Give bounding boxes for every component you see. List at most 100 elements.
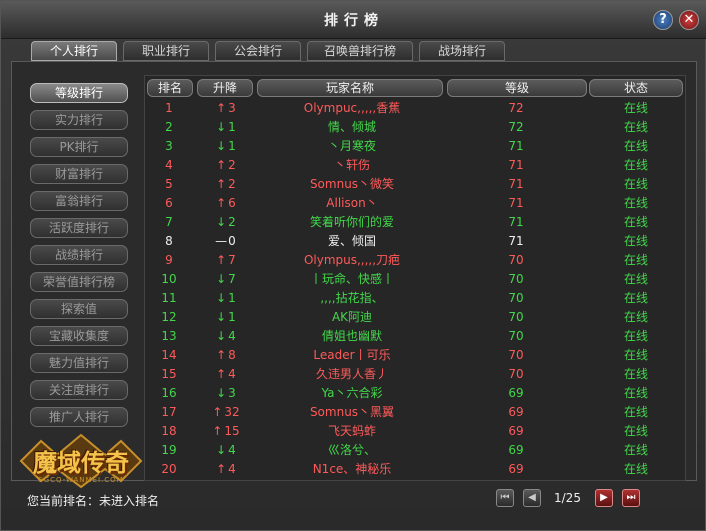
header-change[interactable]: 升降 bbox=[197, 79, 253, 97]
table-row[interactable]: 18 ↑ 15 飞天蚂蚱 69 在线 bbox=[147, 422, 685, 441]
table-row[interactable]: 9 ↑ 7 Olympus,,,,,刀疤 70 在线 bbox=[147, 251, 685, 270]
level-cell: 69 bbox=[508, 424, 524, 438]
game-logo: 魔域传奇 SGCQ-WANMEI.COM bbox=[17, 431, 145, 491]
header-rank[interactable]: 排名 bbox=[147, 79, 193, 97]
sidebar-item-promoter[interactable]: 推广人排行 bbox=[30, 407, 128, 427]
sidebar-item-treasure[interactable]: 宝藏收集度 bbox=[30, 326, 128, 346]
change-cell: —0 bbox=[197, 232, 253, 251]
player-name-cell: Ya丶六合彩 bbox=[321, 386, 383, 400]
logo-subtext: SGCQ-WANMEI.COM bbox=[38, 476, 124, 484]
rank-cell: 20 bbox=[161, 462, 177, 476]
table-row[interactable]: 20 ↑ 4 N1ce、神秘乐 69 在线 bbox=[147, 460, 685, 479]
player-name-cell: Somnus丶黑翼 bbox=[309, 405, 395, 419]
sidebar-item-pk[interactable]: PK排行 bbox=[30, 137, 128, 157]
table-row[interactable]: 8 —0 爱、倾国 71 在线 bbox=[147, 232, 685, 251]
tab-profession[interactable]: 职业排行 bbox=[123, 41, 209, 61]
change-value: 6 bbox=[228, 196, 236, 210]
next-page-button[interactable]: ▶ bbox=[595, 489, 613, 507]
rank-cell: 4 bbox=[165, 158, 173, 172]
status-cell: 在线 bbox=[623, 348, 648, 362]
sidebar-item-honor[interactable]: 荣誉值排行榜 bbox=[30, 272, 128, 292]
change-cell: ↓ 1 bbox=[197, 308, 253, 327]
tab-battlefield[interactable]: 战场排行 bbox=[419, 41, 505, 61]
table-row[interactable]: 15 ↑ 4 久违男人香丿 70 在线 bbox=[147, 365, 685, 384]
player-name-cell: Somnus丶微笑 bbox=[309, 177, 395, 191]
last-page-button[interactable]: ⏭ bbox=[622, 489, 640, 507]
level-cell: 71 bbox=[508, 139, 524, 153]
rank-cell: 12 bbox=[161, 310, 177, 324]
rank-cell: 3 bbox=[165, 139, 173, 153]
sidebar-item-level[interactable]: 等级排行 bbox=[30, 83, 128, 103]
table-row[interactable]: 2 ↓ 1 情、倾城 72 在线 bbox=[147, 118, 685, 137]
rank-cell: 9 bbox=[165, 253, 173, 267]
sidebar-item-activity[interactable]: 活跃度排行 bbox=[30, 218, 128, 238]
sidebar-item-battle-record[interactable]: 战绩排行 bbox=[30, 245, 128, 265]
change-value: 0 bbox=[228, 234, 236, 248]
table-row[interactable]: 5 ↑ 2 Somnus丶微笑 71 在线 bbox=[147, 175, 685, 194]
player-name-cell: 丶月寒夜 bbox=[327, 139, 376, 153]
rank-cell: 7 bbox=[165, 215, 173, 229]
player-name-cell: Olympus,,,,,刀疤 bbox=[303, 253, 401, 267]
arrow-up-icon: ↑ bbox=[216, 462, 227, 476]
title-bar: 排行榜 ? ✕ bbox=[1, 1, 706, 39]
change-value: 2 bbox=[228, 177, 236, 191]
table-row[interactable]: 1 ↑ 3 Olympuc,,,,,香蕉 72 在线 bbox=[147, 99, 685, 118]
status-cell: 在线 bbox=[623, 234, 648, 248]
rank-cell: 13 bbox=[161, 329, 177, 343]
header-status[interactable]: 状态 bbox=[589, 79, 683, 97]
table-row[interactable]: 7 ↓ 2 笑着听你们的爱 71 在线 bbox=[147, 213, 685, 232]
table-row[interactable]: 13 ↓ 4 倩姐也幽默 70 在线 bbox=[147, 327, 685, 346]
arrow-down-icon: ↓ bbox=[216, 120, 227, 134]
status-cell: 在线 bbox=[623, 329, 648, 343]
table-row[interactable]: 6 ↑ 6 Allison丶 71 在线 bbox=[147, 194, 685, 213]
change-cell: ↑ 8 bbox=[197, 346, 253, 365]
rank-cell: 15 bbox=[161, 367, 177, 381]
prev-page-button[interactable]: ◀ bbox=[523, 489, 541, 507]
header-player-name[interactable]: 玩家名称 bbox=[257, 79, 443, 97]
change-cell: ↓ 1 bbox=[197, 289, 253, 308]
status-cell: 在线 bbox=[623, 101, 648, 115]
sidebar-item-wealth[interactable]: 财富排行 bbox=[30, 164, 128, 184]
table-row[interactable]: 10 ↓ 7 丨玩命、快感丨 70 在线 bbox=[147, 270, 685, 289]
sidebar-item-attention[interactable]: 关注度排行 bbox=[30, 380, 128, 400]
status-cell: 在线 bbox=[623, 310, 648, 324]
status-cell: 在线 bbox=[623, 424, 648, 438]
level-cell: 72 bbox=[508, 101, 524, 115]
header-level[interactable]: 等级 bbox=[447, 79, 587, 97]
sidebar-item-strength[interactable]: 实力排行 bbox=[30, 110, 128, 130]
close-button[interactable]: ✕ bbox=[679, 10, 699, 30]
tab-personal[interactable]: 个人排行 bbox=[31, 41, 117, 61]
rank-cell: 16 bbox=[161, 386, 177, 400]
help-button[interactable]: ? bbox=[653, 10, 673, 30]
sidebar-item-rich[interactable]: 富翁排行 bbox=[30, 191, 128, 211]
tab-guild[interactable]: 公会排行 bbox=[215, 41, 301, 61]
change-value: 8 bbox=[228, 348, 236, 362]
table-row[interactable]: 12 ↓ 1 AK阿迪 70 在线 bbox=[147, 308, 685, 327]
player-name-cell: 倩姐也幽默 bbox=[321, 329, 382, 343]
arrow-up-icon: ↑ bbox=[216, 367, 227, 381]
tab-pet[interactable]: 召唤兽排行榜 bbox=[307, 41, 413, 61]
table-row[interactable]: 19 ↓ 4 巛洛兮、 69 在线 bbox=[147, 441, 685, 460]
rank-cell: 18 bbox=[161, 424, 177, 438]
first-page-button[interactable]: ⏮ bbox=[496, 489, 514, 507]
rank-cell: 8 bbox=[165, 234, 173, 248]
table-row[interactable]: 17 ↑ 32 Somnus丶黑翼 69 在线 bbox=[147, 403, 685, 422]
table-row[interactable]: 14 ↑ 8 Leader丨可乐 70 在线 bbox=[147, 346, 685, 365]
table-row[interactable]: 4 ↑ 2 丶轩伤 71 在线 bbox=[147, 156, 685, 175]
change-cell: ↓ 4 bbox=[197, 327, 253, 346]
table-row[interactable]: 11 ↓ 1 ,,,,拈花指、 70 在线 bbox=[147, 289, 685, 308]
level-cell: 71 bbox=[508, 215, 524, 229]
player-name-cell: Allison丶 bbox=[326, 196, 378, 210]
table-row[interactable]: 16 ↓ 3 Ya丶六合彩 69 在线 bbox=[147, 384, 685, 403]
sidebar-item-exploration[interactable]: 探索值 bbox=[30, 299, 128, 319]
sidebar-item-charm[interactable]: 魅力值排行 bbox=[30, 353, 128, 373]
rank-cell: 17 bbox=[161, 405, 177, 419]
change-value: 2 bbox=[228, 215, 236, 229]
level-cell: 70 bbox=[508, 272, 524, 286]
change-value: 4 bbox=[228, 443, 236, 457]
level-cell: 71 bbox=[508, 158, 524, 172]
player-name-cell: 丨玩命、快感丨 bbox=[309, 272, 394, 286]
change-value: 32 bbox=[224, 405, 240, 419]
player-name-cell: AK阿迪 bbox=[331, 310, 373, 324]
table-row[interactable]: 3 ↓ 1 丶月寒夜 71 在线 bbox=[147, 137, 685, 156]
